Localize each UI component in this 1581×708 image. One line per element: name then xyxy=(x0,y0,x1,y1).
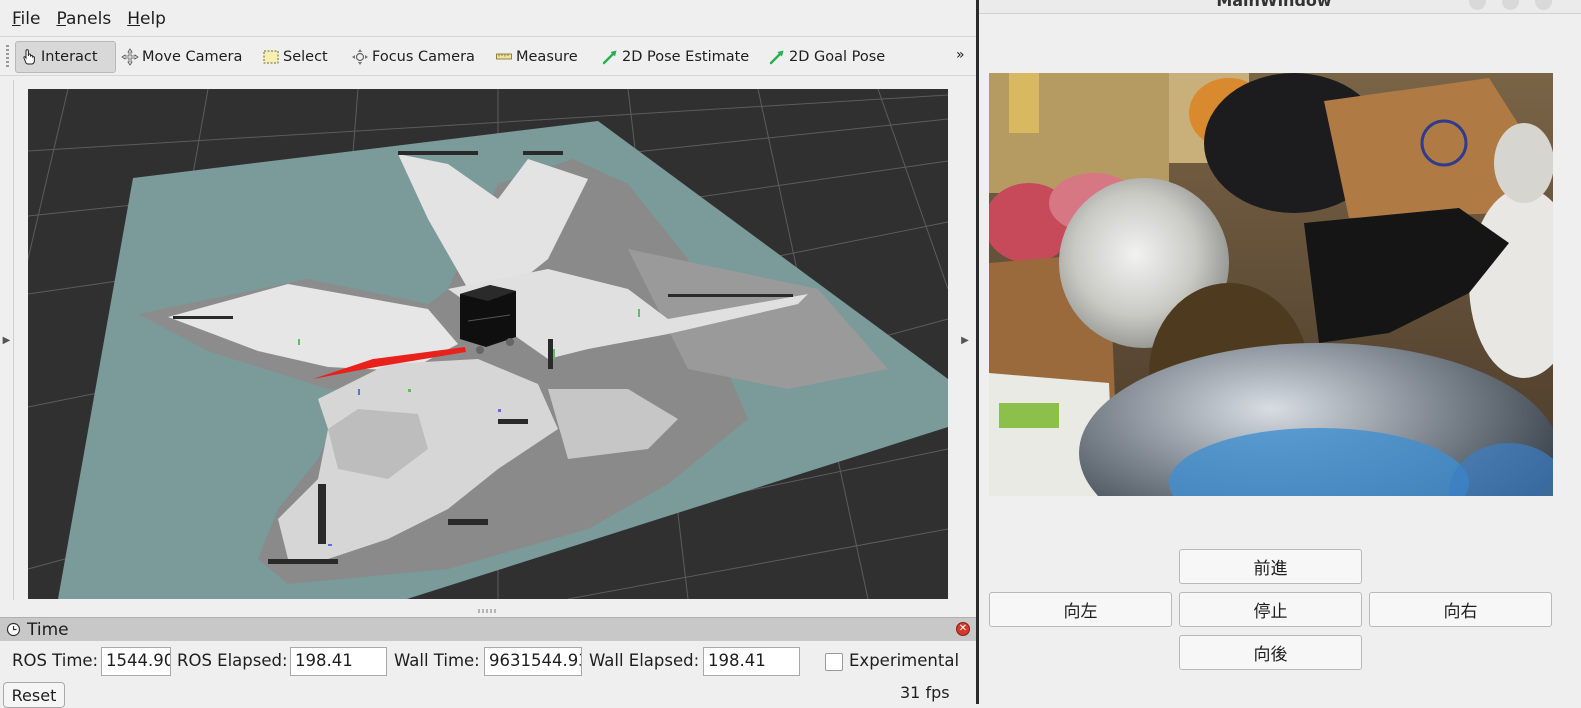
experimental-checkbox[interactable] xyxy=(825,653,843,671)
camera-frame-graphic xyxy=(989,73,1553,496)
pose-estimate-tool-label: 2D Pose Estimate xyxy=(622,49,750,65)
render-viewport[interactable] xyxy=(28,89,948,599)
move-camera-tool-label: Move Camera xyxy=(142,49,243,65)
time-values-row: ROS Time: 1544.90 ROS Elapsed: 198.41 Wa… xyxy=(0,647,976,677)
toolbar-overflow-button[interactable]: » xyxy=(956,47,965,63)
camera-feed-image xyxy=(989,73,1553,496)
menu-help-label: elp xyxy=(139,9,166,29)
wall-time-field[interactable]: 9631544.93 xyxy=(484,647,582,676)
left-dock-collapse-arrow[interactable]: ▶ xyxy=(0,80,14,600)
main-window: MainWindow 前進 向左 停止 向右 向後 xyxy=(976,0,1581,704)
close-icon[interactable]: ✕ xyxy=(956,622,970,636)
stop-button[interactable]: 停止 xyxy=(1179,592,1362,627)
turn-left-button[interactable]: 向左 xyxy=(989,592,1172,627)
scene-graphic xyxy=(28,89,948,599)
time-panel-header: Time ✕ xyxy=(0,617,976,641)
focus-camera-tool-label: Focus Camera xyxy=(372,49,475,65)
menu-bar: File Panels Help xyxy=(0,5,976,33)
main-window-titlebar[interactable]: MainWindow xyxy=(979,0,1581,14)
reset-button[interactable]: Reset xyxy=(3,682,65,708)
forward-button[interactable]: 前進 xyxy=(1179,549,1362,584)
time-panel-title: Time xyxy=(27,619,69,640)
select-box-icon xyxy=(263,50,279,64)
menu-file-label: ile xyxy=(20,9,41,29)
move-arrows-icon xyxy=(121,48,139,66)
menu-panels-label: anels xyxy=(65,9,112,29)
panel-splitter-handle[interactable] xyxy=(478,609,498,613)
menu-panels[interactable]: Panels xyxy=(48,9,119,29)
toolbar-grip[interactable] xyxy=(6,45,9,69)
interact-tool-button[interactable]: Interact xyxy=(15,41,116,73)
hand-pointer-icon xyxy=(23,49,35,65)
measure-tool-button[interactable]: Measure xyxy=(491,41,582,73)
focus-camera-tool-button[interactable]: Focus Camera xyxy=(347,41,479,73)
ros-elapsed-field[interactable]: 198.41 xyxy=(290,647,387,676)
ros-time-label: ROS Time: xyxy=(12,651,99,670)
wall-elapsed-label: Wall Elapsed: xyxy=(589,651,700,670)
ros-elapsed-label: ROS Elapsed: xyxy=(177,651,288,670)
right-dock-collapse-arrow[interactable]: ▶ xyxy=(958,80,972,600)
focus-crosshair-icon xyxy=(352,49,368,65)
select-tool-label: Select xyxy=(283,49,328,65)
move-camera-tool-button[interactable]: Move Camera xyxy=(117,41,246,73)
interact-tool-label: Interact xyxy=(41,49,98,65)
backward-button[interactable]: 向後 xyxy=(1179,635,1362,670)
tool-bar: Interact Move Camera Select Focus Camera xyxy=(0,36,976,76)
experimental-label: Experimental xyxy=(849,651,960,670)
rviz-window: File Panels Help Interact Move Camera Se… xyxy=(0,0,976,708)
fps-readout: 31 fps xyxy=(900,683,950,702)
green-arrow-icon xyxy=(602,50,617,65)
clock-icon xyxy=(6,622,21,637)
goal-pose-tool-button[interactable]: 2D Goal Pose xyxy=(764,41,889,73)
wall-time-label: Wall Time: xyxy=(394,651,480,670)
goal-pose-tool-label: 2D Goal Pose xyxy=(789,49,886,65)
menu-help[interactable]: Help xyxy=(119,9,174,29)
menu-file-mnemonic: F xyxy=(12,9,21,29)
ruler-icon xyxy=(496,53,512,60)
pose-estimate-tool-button[interactable]: 2D Pose Estimate xyxy=(597,41,753,73)
turn-right-button[interactable]: 向右 xyxy=(1369,592,1552,627)
menu-file[interactable]: File xyxy=(4,9,48,29)
green-arrow-icon xyxy=(769,50,784,65)
wall-elapsed-field[interactable]: 198.41 xyxy=(703,647,800,676)
time-panel: Time ✕ ROS Time: 1544.90 ROS Elapsed: 19… xyxy=(0,617,976,704)
menu-help-mnemonic: H xyxy=(127,9,140,29)
ros-time-field[interactable]: 1544.90 xyxy=(101,647,171,676)
menu-panels-mnemonic: P xyxy=(56,9,66,29)
measure-tool-label: Measure xyxy=(516,49,578,65)
select-tool-button[interactable]: Select xyxy=(258,41,332,73)
